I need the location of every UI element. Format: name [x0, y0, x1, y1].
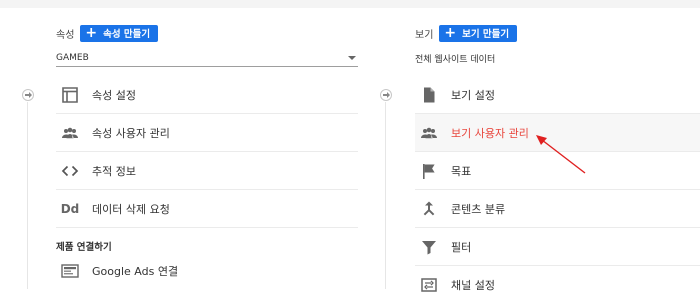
annotation-arrow — [536, 135, 586, 174]
